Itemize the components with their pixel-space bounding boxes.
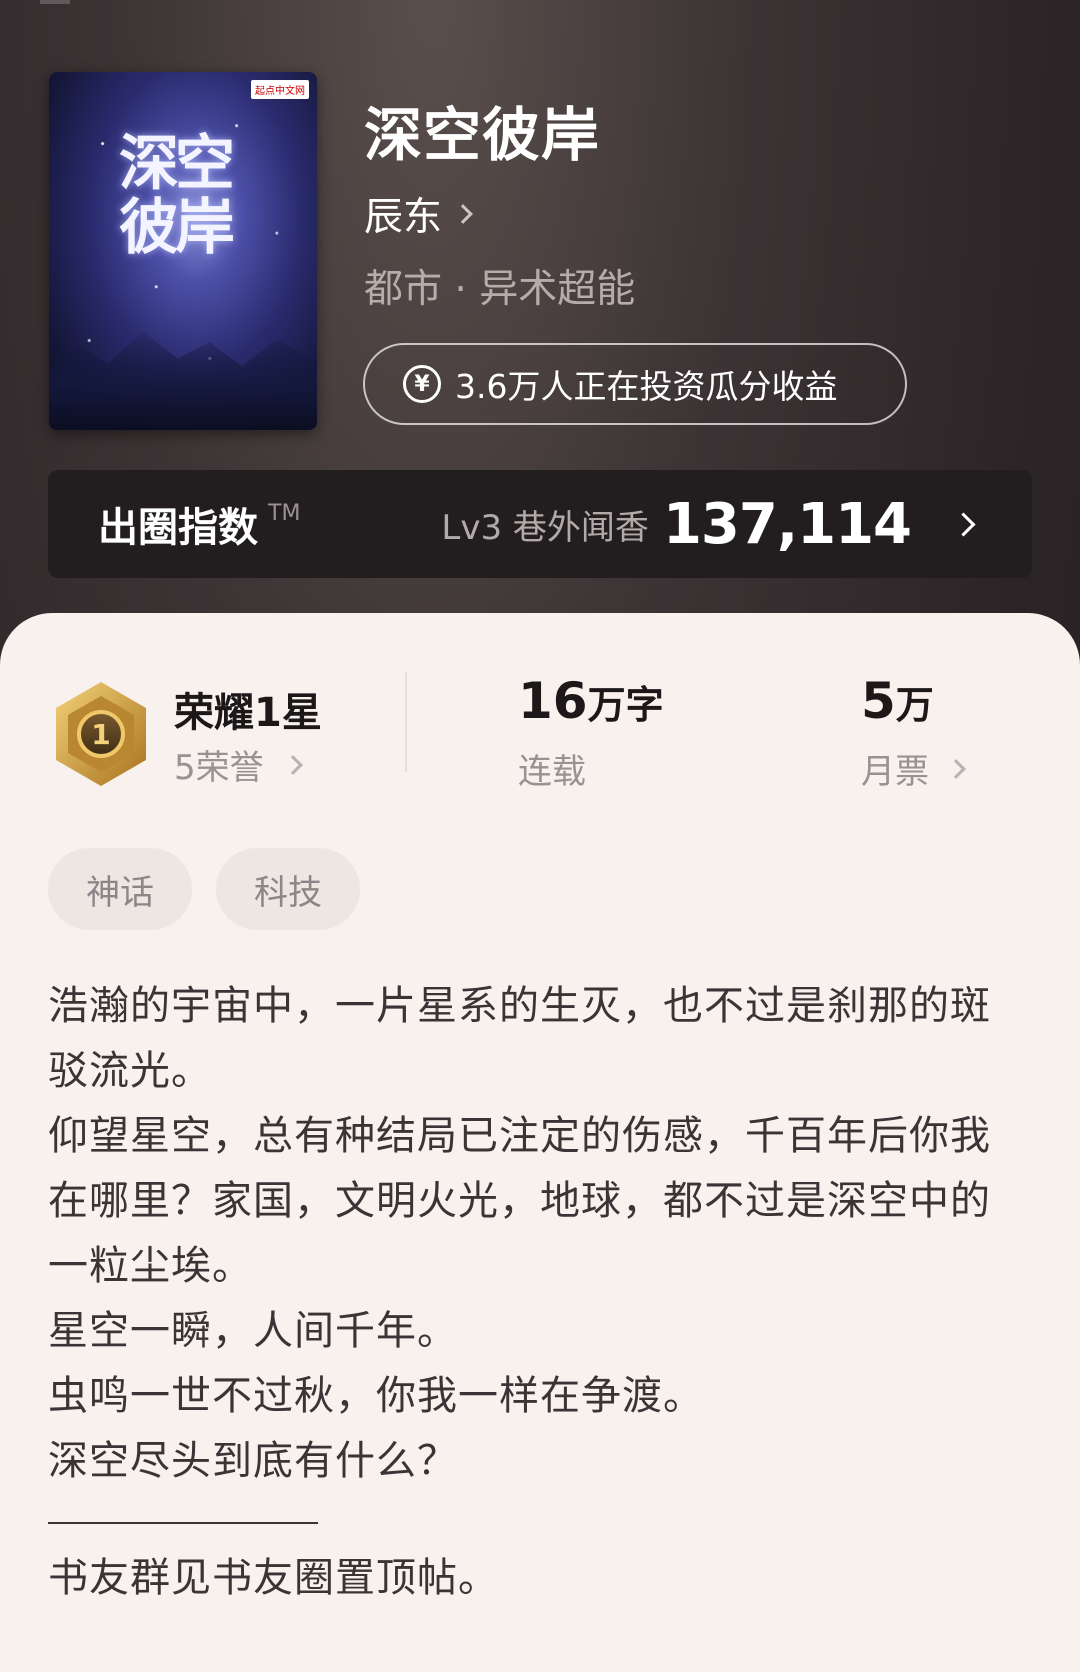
serial-status-label: 连载 [518, 752, 586, 792]
cover-title: 深空彼岸 [119, 129, 235, 263]
honor-medal-icon[interactable]: 1 [52, 680, 150, 788]
index-level: Lv3 巷外闻香 [441, 507, 649, 548]
tag-chip[interactable]: 科技 [216, 848, 360, 930]
popularity-index-bar[interactable]: 出圈指数 TM Lv3 巷外闻香 137,114 [48, 470, 1032, 578]
book-genre[interactable]: 都市 · 异术超能 [364, 258, 635, 314]
author-link[interactable]: 辰东 [364, 186, 473, 242]
stats-divider [405, 672, 407, 772]
status-bar-remnant [40, 0, 70, 4]
author-name: 辰东 [364, 195, 443, 240]
word-count-value: 16 [518, 672, 588, 730]
description-line: 深空尽头到底有什么？ [48, 1438, 458, 1484]
description-line: 仰望星空，总有种结局已注定的伤感，千百年后你我在哪里？家国，文明火光，地球，都不… [48, 1113, 991, 1289]
chevron-right-icon [453, 204, 473, 224]
book-cover[interactable]: 起点中文网 深空彼岸 [49, 72, 317, 430]
honor-count: 5荣誉 [174, 748, 264, 788]
index-value: 137,114 [662, 491, 912, 557]
index-label: 出圈指数 [98, 505, 258, 551]
word-count-stat: 16万字 连载 [518, 672, 664, 792]
ticket-unit: 万 [895, 683, 934, 727]
book-description[interactable]: 浩瀚的宇宙中，一片星系的生灭，也不过是刹那的斑驳流光。 仰望星空，总有种结局已注… [48, 974, 1008, 1611]
invest-button[interactable]: ¥ 3.6万人正在投资瓜分收益 [363, 343, 907, 425]
tag-chip[interactable]: 神话 [48, 848, 192, 930]
honor-sub-link[interactable]: 5荣誉 [174, 740, 303, 789]
book-detail-page: 起点中文网 深空彼岸 深空彼岸 辰东 都市 · 异术超能 ¥ 3.6万人正在投资… [0, 0, 1080, 1672]
invest-label: 3.6万人正在投资瓜分收益 [455, 367, 838, 406]
honor-title[interactable]: 荣耀1星 [174, 680, 322, 738]
chevron-right-icon [951, 511, 976, 537]
description-line: 星空一瞬，人间千年。 [48, 1308, 458, 1354]
yen-coin-icon: ¥ [403, 365, 441, 403]
book-title: 深空彼岸 [364, 101, 601, 169]
description-separator [48, 1522, 318, 1524]
ticket-value: 5 [861, 672, 896, 730]
medal-number: 1 [91, 718, 110, 751]
chevron-right-icon [946, 758, 966, 779]
publisher-badge: 起点中文网 [251, 80, 309, 99]
description-footer: 书友群见书友圈置顶帖。 [48, 1555, 499, 1601]
description-line: 浩瀚的宇宙中，一片星系的生灭，也不过是刹那的斑驳流光。 [48, 983, 991, 1094]
monthly-ticket-stat[interactable]: 5万 月票 [861, 672, 966, 792]
description-line: 虫鸣一世不过秋，你我一样在争渡。 [48, 1373, 704, 1419]
serial-status: 连载 [518, 744, 586, 793]
word-count-unit: 万字 [587, 683, 664, 727]
index-trademark: TM [268, 500, 301, 526]
chevron-right-icon [282, 754, 303, 775]
monthly-ticket-label: 月票 [861, 752, 929, 792]
monthly-ticket-link[interactable]: 月票 [861, 744, 966, 793]
